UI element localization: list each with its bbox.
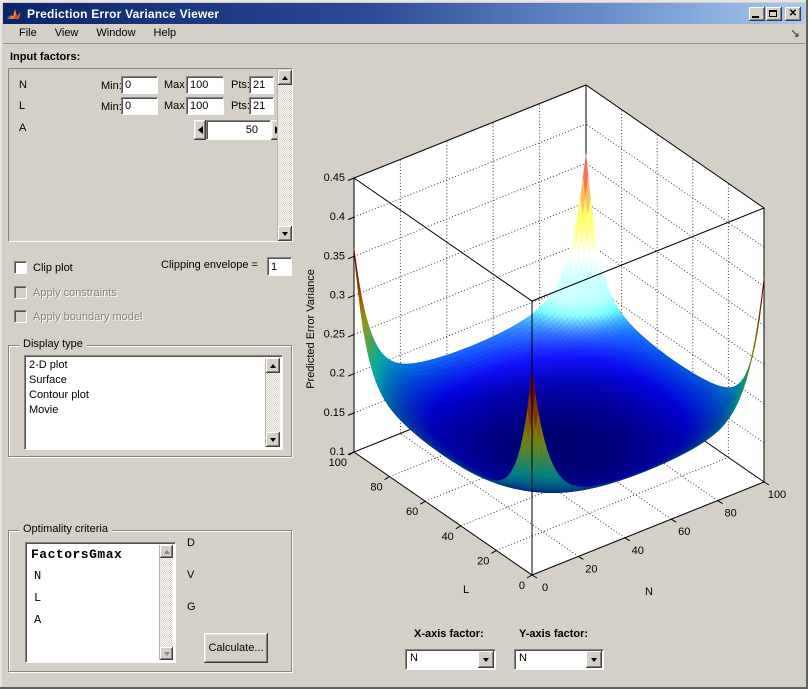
menu-view[interactable]: View — [46, 25, 88, 42]
arrow-down-icon — [270, 438, 276, 442]
optimality-scrollbar[interactable] — [159, 545, 173, 660]
factor-name: L — [19, 100, 25, 112]
clipping-envelope-input[interactable] — [267, 257, 292, 276]
display-type-scrollbar[interactable] — [265, 358, 280, 447]
chevron-down-icon — [483, 658, 489, 662]
slider-decrement-button[interactable] — [194, 120, 206, 140]
scroll-up-button[interactable] — [160, 545, 173, 558]
arrow-up-icon — [282, 76, 288, 80]
pts-label: Pts: — [231, 79, 250, 91]
clipping-envelope-label: Clipping envelope = — [161, 259, 258, 271]
scroll-down-button[interactable] — [160, 647, 173, 660]
chevron-down-icon — [591, 658, 597, 662]
dropdown-button[interactable] — [478, 651, 494, 668]
optimality-factor[interactable]: N — [34, 569, 41, 583]
arrow-left-icon — [198, 126, 203, 134]
min-label: Min: — [101, 80, 122, 92]
max-input-l[interactable] — [186, 97, 224, 115]
factor-name: N — [19, 79, 27, 91]
maximize-button[interactable] — [766, 7, 782, 21]
display-type-legend: Display type — [19, 338, 87, 350]
y-axis-factor-label: Y-axis factor: — [519, 628, 588, 640]
display-type-option[interactable]: Movie — [25, 403, 282, 418]
factor-a-value[interactable] — [206, 120, 271, 140]
menu-file[interactable]: File — [10, 25, 46, 42]
apply-constraints-label: Apply constraints — [33, 287, 117, 299]
dock-figure-icon[interactable]: ↘ — [790, 27, 800, 39]
title-bar: Prediction Error Variance Viewer ✕ — [3, 3, 805, 24]
scroll-up-button[interactable] — [278, 70, 292, 85]
factor-name: A — [19, 122, 26, 134]
y-axis-factor-combo[interactable]: N — [514, 649, 604, 670]
criterion-d-label: D — [187, 537, 195, 549]
x-axis-factor-label: X-axis factor: — [414, 628, 484, 640]
x-axis-factor-value: N — [410, 652, 418, 664]
arrow-down-icon — [164, 652, 170, 656]
matlab-app-icon — [6, 6, 22, 22]
pts-input-l[interactable] — [249, 97, 274, 115]
criterion-g-label: G — [187, 601, 196, 613]
close-icon: ✕ — [785, 7, 801, 21]
optimality-legend: Optimality criteria — [19, 523, 112, 535]
menu-bar: File View Window Help — [3, 24, 805, 44]
arrow-up-icon — [270, 364, 276, 368]
window-title: Prediction Error Variance Viewer — [27, 7, 219, 21]
clip-plot-checkbox[interactable] — [14, 261, 27, 274]
pev-viewer-window: Prediction Error Variance Viewer ✕ File … — [0, 0, 808, 689]
scroll-up-button[interactable] — [266, 358, 280, 373]
max-label: Max — [164, 79, 185, 91]
optimality-factor[interactable]: A — [34, 613, 41, 627]
minimize-button[interactable] — [749, 7, 765, 21]
display-type-option[interactable]: Surface — [25, 373, 282, 388]
optimality-list-header: FactorsGmax — [31, 547, 122, 562]
min-input-l[interactable] — [121, 97, 158, 115]
max-input-n[interactable] — [186, 76, 224, 94]
minimize-icon — [752, 16, 759, 18]
arrow-down-icon — [282, 232, 288, 236]
dropdown-button[interactable] — [586, 651, 602, 668]
y-axis-factor-value: N — [519, 652, 527, 664]
pev-surface-plot — [296, 46, 808, 620]
menu-window[interactable]: Window — [87, 25, 144, 42]
close-button[interactable]: ✕ — [785, 7, 801, 21]
apply-boundary-checkbox — [14, 310, 27, 323]
input-factors-label: Input factors: — [10, 51, 80, 63]
scroll-down-button[interactable] — [266, 432, 280, 447]
max-label: Max — [164, 100, 185, 112]
input-factors-scrollbar[interactable] — [277, 70, 292, 241]
apply-constraints-checkbox — [14, 286, 27, 299]
min-input-n[interactable] — [121, 76, 158, 94]
menu-help[interactable]: Help — [145, 25, 186, 42]
pts-label: Pts: — [231, 100, 250, 112]
clip-plot-label: Clip plot — [33, 262, 73, 274]
z-axis-label: Predicted Error Variance — [305, 239, 317, 419]
display-type-option[interactable]: 2-D plot — [25, 358, 282, 373]
maximize-icon — [769, 10, 777, 17]
arrow-up-icon — [164, 550, 170, 554]
x-axis-factor-combo[interactable]: N — [405, 649, 496, 670]
criterion-v-label: V — [187, 569, 194, 581]
display-type-option[interactable]: Contour plot — [25, 388, 282, 403]
scroll-down-button[interactable] — [278, 226, 292, 241]
apply-boundary-label: Apply boundary model — [33, 311, 142, 323]
pts-input-n[interactable] — [249, 76, 274, 94]
min-label: Min: — [101, 101, 122, 113]
calculate-button[interactable]: Calculate... — [204, 633, 268, 663]
display-type-listbox: 2-D plot Surface Contour plot Movie — [24, 355, 283, 450]
input-factors-panel: N Min: Max Pts: L Min: Max Pts: A — [8, 68, 293, 242]
optimality-listbox: FactorsGmax N L A — [25, 542, 176, 663]
optimality-factor[interactable]: L — [34, 591, 41, 605]
